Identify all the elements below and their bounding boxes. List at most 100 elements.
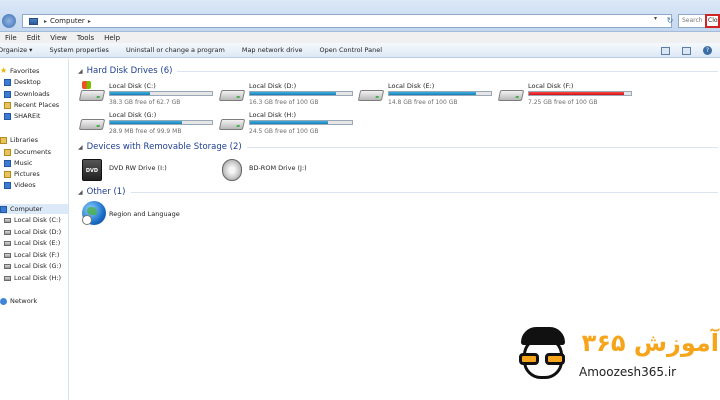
capacity-fill	[389, 92, 476, 95]
nav-recent-places[interactable]: Recent Places	[4, 100, 59, 110]
capacity-bar	[528, 91, 632, 96]
capacity-fill	[250, 121, 328, 124]
desktop-icon	[4, 78, 11, 86]
hard-drive-icon	[218, 84, 246, 102]
menu-tools[interactable]: Tools	[72, 34, 99, 42]
address-dropdown-icon[interactable]: ▾	[654, 15, 657, 22]
documents-icon	[4, 148, 11, 156]
drive-icon	[4, 217, 11, 223]
group-header-removable[interactable]: ◢ Devices with Removable Storage (2)	[78, 142, 718, 152]
computer-icon	[0, 205, 7, 213]
menu-help[interactable]: Help	[99, 34, 125, 42]
downloads-icon	[4, 90, 11, 98]
back-button[interactable]	[2, 14, 16, 28]
navigation-pane: ★ Favorites Desktop Downloads Recent Plac…	[0, 59, 69, 400]
libraries-icon	[0, 136, 7, 144]
nav-local-disk-e[interactable]: Local Disk (E:)	[4, 238, 60, 248]
drive-icon	[4, 275, 11, 281]
shareit-icon	[4, 112, 11, 120]
help-icon[interactable]: ?	[703, 46, 712, 55]
bd-drive-item[interactable]: BD-ROM Drive (J:)	[220, 155, 355, 183]
nav-libraries[interactable]: Libraries	[0, 135, 38, 145]
recent-places-icon	[4, 101, 11, 109]
nav-local-disk-d[interactable]: Local Disk (D:)	[4, 227, 61, 237]
drive-icon	[4, 229, 11, 235]
change-view-icon[interactable]	[661, 46, 670, 55]
drive-item[interactable]: Local Disk (C:) 38.3 GB free of 62.7 GB	[78, 80, 215, 108]
drive-item[interactable]: Local Disk (F:) 7.25 GB free of 100 GB	[497, 80, 634, 108]
nav-music[interactable]: Music	[4, 158, 33, 168]
globe-icon	[82, 201, 106, 225]
system-properties-button[interactable]: System properties	[49, 46, 108, 54]
clock-icon	[82, 215, 92, 225]
preview-pane-icon[interactable]	[682, 46, 691, 55]
star-icon: ★	[0, 66, 8, 75]
music-icon	[4, 159, 11, 167]
capacity-bar	[249, 120, 353, 125]
capacity-bar	[109, 120, 213, 125]
nav-downloads[interactable]: Downloads	[4, 89, 50, 99]
open-control-panel-button[interactable]: Open Control Panel	[320, 46, 383, 54]
uninstall-program-button[interactable]: Uninstall or change a program	[126, 46, 225, 54]
capacity-bar	[388, 91, 492, 96]
refresh-icon[interactable]: ↻	[664, 14, 676, 28]
hard-drive-icon	[357, 84, 385, 102]
group-header-other[interactable]: ◢ Other (1)	[78, 187, 718, 197]
nav-pictures[interactable]: Pictures	[4, 169, 40, 179]
collapse-icon[interactable]: ◢	[78, 189, 83, 196]
capacity-bar	[249, 91, 353, 96]
videos-icon	[4, 181, 11, 189]
search-input[interactable]: Clos	[705, 14, 720, 28]
command-bar: Organize ▾ System properties Uninstall o…	[0, 43, 720, 58]
hard-drive-icon	[218, 113, 246, 131]
drive-item[interactable]: Local Disk (G:) 28.9 MB free of 99.9 MB	[78, 109, 215, 137]
capacity-fill	[110, 92, 150, 95]
watermark-persian-text: آموزش ۳۶۵	[581, 329, 719, 357]
capacity-fill	[110, 121, 183, 124]
dvd-drive-item[interactable]: DVD DVD RW Drive (I:)	[80, 155, 215, 183]
nav-local-disk-c[interactable]: Local Disk (C:)	[4, 215, 61, 225]
dvd-drive-icon: DVD	[80, 159, 104, 181]
hard-drive-icon	[78, 81, 106, 102]
collapse-icon[interactable]: ◢	[78, 144, 83, 151]
watermark-logo: آموزش ۳۶۵ Amoozesh365.ir	[517, 327, 719, 387]
pictures-icon	[4, 170, 11, 178]
nav-documents[interactable]: Documents	[4, 147, 51, 157]
collapse-icon[interactable]: ◢	[78, 68, 83, 75]
watermark-url: Amoozesh365.ir	[579, 365, 677, 379]
nav-local-disk-g[interactable]: Local Disk (G:)	[4, 261, 61, 271]
nav-desktop[interactable]: Desktop	[4, 77, 41, 87]
windows-logo-icon	[82, 81, 91, 89]
drive-icon	[4, 263, 11, 269]
hard-drive-icon	[78, 113, 106, 131]
nav-favorites[interactable]: ★ Favorites	[0, 66, 39, 76]
menu-file[interactable]: File	[0, 34, 22, 42]
computer-icon	[29, 17, 38, 25]
nav-computer[interactable]: Computer	[0, 204, 68, 214]
menu-bar: File Edit View Tools Help	[0, 32, 720, 43]
group-header-hdd[interactable]: ◢ Hard Disk Drives (6)	[78, 66, 718, 76]
nav-local-disk-f[interactable]: Local Disk (F:)	[4, 250, 59, 260]
menu-view[interactable]: View	[45, 34, 72, 42]
drive-item[interactable]: Local Disk (H:) 24.5 GB free of 100 GB	[218, 109, 355, 137]
region-language-item[interactable]: Region and Language	[82, 201, 217, 229]
menu-edit[interactable]: Edit	[22, 34, 46, 42]
drive-item[interactable]: Local Disk (E:) 14.8 GB free of 100 GB	[357, 80, 494, 108]
hard-drive-icon	[497, 84, 525, 102]
network-icon	[0, 297, 7, 305]
breadcrumb-arrow-icon[interactable]: ▸	[44, 18, 47, 25]
drive-item[interactable]: Local Disk (D:) 16.3 GB free of 100 GB	[218, 80, 355, 108]
organize-button[interactable]: Organize ▾	[0, 46, 32, 54]
drive-icon	[4, 240, 11, 246]
nav-videos[interactable]: Videos	[4, 180, 36, 190]
capacity-bar	[109, 91, 213, 96]
breadcrumb-arrow-icon[interactable]: ▸	[88, 18, 91, 25]
nav-shareit[interactable]: SHAREit	[4, 111, 40, 121]
address-bar: ▸ Computer ▸ ▾ ↻ Search Clos	[0, 0, 720, 32]
nav-local-disk-h[interactable]: Local Disk (H:)	[4, 273, 61, 283]
address-box[interactable]: ▸ Computer ▸	[22, 14, 672, 28]
capacity-fill	[250, 92, 336, 95]
breadcrumb-computer[interactable]: Computer	[50, 17, 85, 25]
nav-network[interactable]: Network	[0, 296, 37, 306]
map-network-drive-button[interactable]: Map network drive	[242, 46, 303, 54]
